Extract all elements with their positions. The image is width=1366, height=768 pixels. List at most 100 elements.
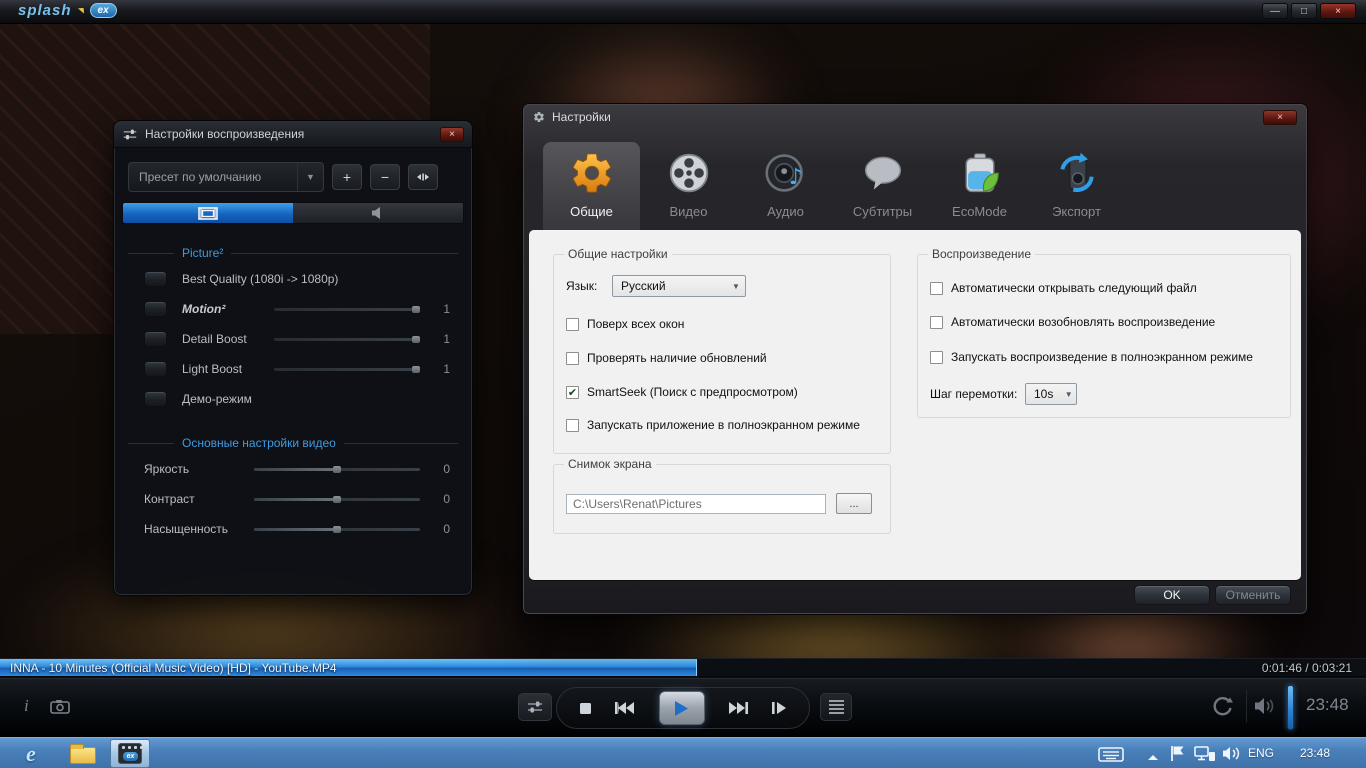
toggle-light-boost[interactable]	[144, 361, 167, 377]
playback-dialog-titlebar[interactable]: Настройки воспроизведения ×	[114, 121, 472, 148]
tab-general[interactable]: Общие	[543, 142, 640, 230]
tab-subtitles[interactable]: Субтитры	[834, 142, 931, 230]
minimize-button[interactable]: —	[1262, 3, 1288, 19]
setting-label: Best Quality (1080i -> 1080p)	[182, 272, 338, 286]
repeat-icon[interactable]	[1212, 695, 1234, 717]
setting-label: Light Boost	[182, 362, 264, 376]
language-indicator[interactable]: ENG	[1248, 746, 1274, 760]
player-control-bar: i	[0, 678, 1366, 737]
setting-label: Демо-режим	[182, 392, 252, 406]
play-button[interactable]	[659, 691, 705, 725]
setting-label: Detail Boost	[182, 332, 264, 346]
tab-audio[interactable]: ♪ Аудио	[737, 142, 834, 230]
snapshot-icon[interactable]	[50, 699, 70, 714]
slider-value: 0	[430, 462, 450, 476]
film-icon	[198, 207, 218, 220]
language-select[interactable]: Русский ▼	[612, 275, 746, 297]
add-preset-button[interactable]: +	[332, 164, 362, 190]
tab-ecomode[interactable]: EcoMode	[931, 142, 1028, 230]
volume-icon[interactable]	[1254, 697, 1280, 715]
step-forward-button[interactable]	[771, 701, 787, 715]
tab-video[interactable]: Видео	[640, 142, 737, 230]
titlebar: splash ex — □ ×	[0, 0, 1366, 24]
slider-value: 1	[430, 362, 450, 376]
taskbar-browser-icon[interactable]: e	[26, 741, 36, 767]
toggle-motion[interactable]	[144, 301, 167, 317]
checkbox[interactable]	[930, 351, 943, 364]
stop-button[interactable]	[579, 702, 592, 715]
contrast-slider[interactable]	[254, 498, 420, 501]
group-screenshot: Снимок экрана ...	[553, 464, 891, 534]
next-icon	[727, 701, 749, 715]
checkbox-label: Проверять наличие обновлений	[587, 351, 767, 365]
tab-video[interactable]	[123, 203, 293, 223]
taskbar: e ex	[0, 737, 1366, 768]
action-center-flag-icon[interactable]	[1170, 745, 1185, 762]
toggle-detail-boost[interactable]	[144, 331, 167, 347]
ok-button[interactable]: OK	[1134, 585, 1210, 605]
close-icon[interactable]: ×	[440, 127, 464, 142]
tab-label: Аудио	[767, 204, 804, 219]
settings-dialog-titlebar[interactable]: Настройки ×	[523, 104, 1307, 130]
toggle-demo-mode[interactable]	[144, 391, 167, 407]
sliders-icon	[122, 128, 138, 141]
network-tray-icon[interactable]	[1194, 746, 1216, 762]
saturation-slider[interactable]	[254, 528, 420, 531]
cancel-button[interactable]: Отменить	[1215, 585, 1291, 605]
info-icon[interactable]: i	[24, 696, 29, 716]
taskbar-clock[interactable]: 23:48	[1300, 746, 1330, 760]
checkbox-label: Запускать воспроизведение в полноэкранно…	[951, 350, 1253, 364]
next-button[interactable]	[727, 701, 749, 715]
checkbox[interactable]: ✔	[566, 386, 579, 399]
seek-step-select[interactable]: 10s ▼	[1025, 383, 1077, 405]
motion-slider[interactable]	[274, 308, 420, 311]
playlist-button[interactable]	[820, 693, 852, 721]
keyboard-tray-icon[interactable]	[1098, 747, 1124, 762]
settings-dialog: Настройки × Общие	[522, 103, 1308, 615]
checkbox[interactable]	[930, 316, 943, 329]
previous-button[interactable]	[614, 701, 636, 715]
tray-expand-icon[interactable]	[1148, 750, 1158, 760]
playback-settings-button[interactable]	[518, 693, 552, 721]
taskbar-splash-button[interactable]: ex	[110, 739, 150, 768]
seek-bar[interactable]: INNA - 10 Minutes (Official Music Video)…	[0, 658, 1366, 677]
screenshot-path-input[interactable]	[566, 494, 826, 514]
checkbox[interactable]	[566, 419, 579, 432]
detail-boost-slider[interactable]	[274, 338, 420, 341]
close-icon[interactable]: ×	[1263, 110, 1297, 125]
tab-audio[interactable]	[293, 203, 463, 223]
browse-button[interactable]: ...	[836, 493, 872, 514]
volume-slider[interactable]	[1287, 685, 1294, 730]
checkbox[interactable]	[566, 318, 579, 331]
gear-icon	[533, 111, 545, 123]
taskbar-explorer-icon[interactable]	[70, 747, 96, 764]
divider	[1246, 690, 1247, 722]
setting-label: Motion²	[182, 302, 264, 316]
volume-tray-icon[interactable]	[1222, 746, 1242, 761]
reset-preset-button[interactable]	[408, 164, 438, 190]
remove-preset-button[interactable]: −	[370, 164, 400, 190]
group-playback: Воспроизведение Автоматически открывать …	[917, 254, 1291, 418]
brightness-slider[interactable]	[254, 468, 420, 471]
preset-dropdown[interactable]: Пресет по умолчанию ▼	[128, 162, 324, 192]
sliders-icon	[526, 700, 544, 714]
light-boost-slider[interactable]	[274, 368, 420, 371]
toggle-best-quality[interactable]	[144, 271, 167, 287]
tab-label: Субтитры	[853, 204, 912, 219]
time-display: 0:01:46 / 0:03:21	[1262, 661, 1352, 675]
tab-export[interactable]: Экспорт	[1028, 142, 1125, 230]
film-reel-icon	[664, 148, 714, 198]
maximize-button[interactable]: □	[1291, 3, 1317, 19]
group-general-settings: Общие настройки Язык: Русский ▼ Поверх в…	[553, 254, 891, 454]
checkbox-label: Автоматически возобновлять воспроизведен…	[951, 315, 1215, 329]
speaker-note-icon: ♪	[761, 148, 811, 198]
checkbox[interactable]	[566, 352, 579, 365]
logo-spark-icon	[77, 2, 88, 13]
language-label: Язык:	[566, 279, 612, 293]
app-logo-text: splash	[18, 2, 72, 19]
close-button[interactable]: ×	[1320, 3, 1356, 19]
checkbox[interactable]	[930, 282, 943, 295]
speech-bubble-icon	[858, 148, 908, 198]
app-window: splash ex — □ × Настройки воспроизведени…	[0, 0, 1366, 768]
speaker-icon	[371, 206, 385, 220]
